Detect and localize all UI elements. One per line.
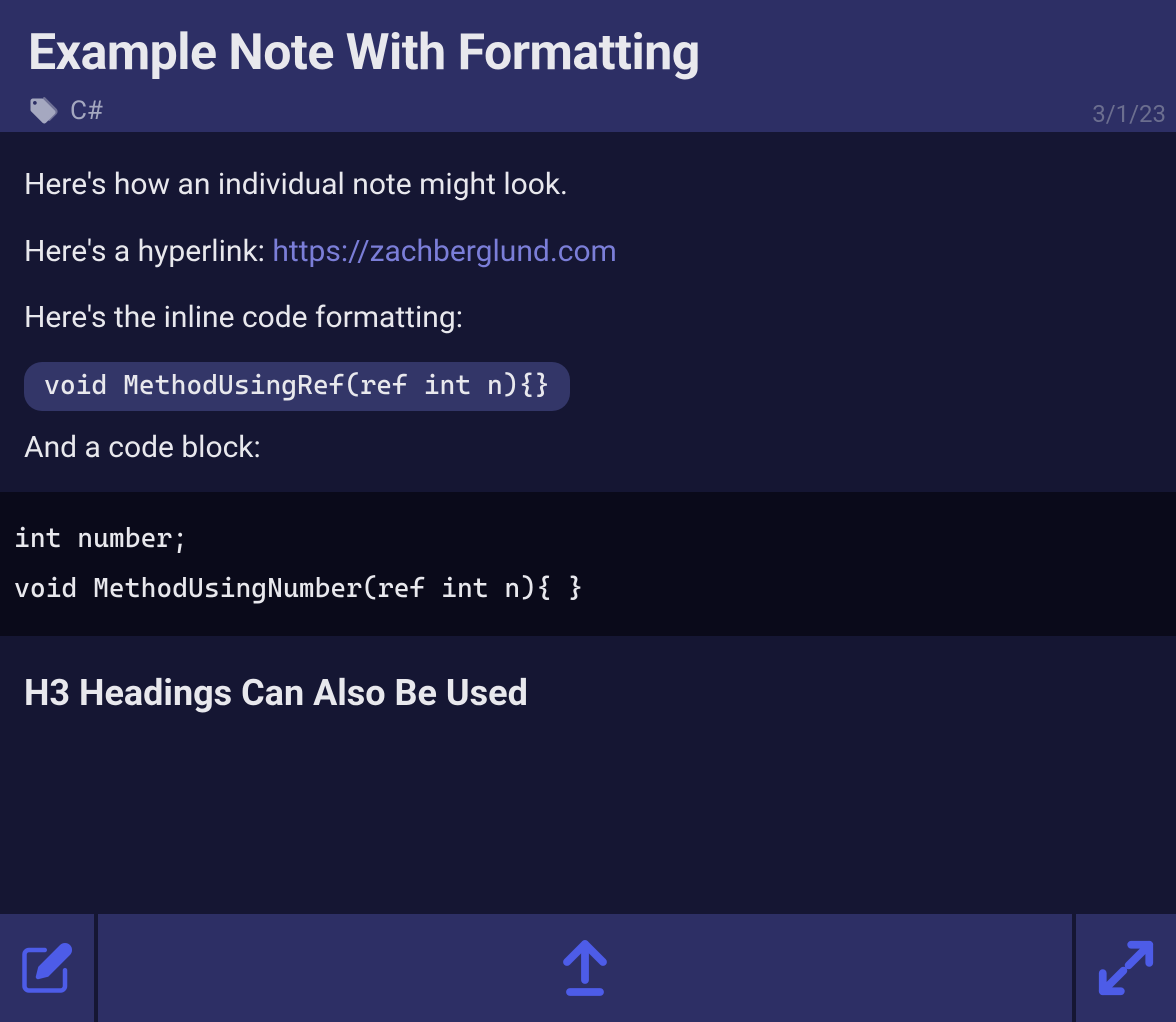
- upload-button[interactable]: [98, 914, 1072, 1022]
- heading-3: H3 Headings Can Also Be Used: [24, 666, 1152, 722]
- note-title: Example Note With Formatting: [28, 24, 1148, 82]
- hyperlink[interactable]: https://zachberglund.com: [272, 234, 617, 269]
- paragraph: Here's the inline code formatting:: [24, 295, 1152, 342]
- edit-icon: [20, 941, 74, 995]
- note-content: Here's how an individual note might look…: [0, 132, 1176, 914]
- edit-button[interactable]: [0, 914, 94, 1022]
- note-header: Example Note With Formatting C# 3/1/23: [0, 0, 1176, 132]
- tag-label: C#: [70, 96, 103, 126]
- code-block: int number; void MethodUsingNumber(ref i…: [0, 492, 1176, 636]
- paragraph: And a code block:: [24, 425, 1152, 472]
- tags-row: C#: [28, 96, 1148, 126]
- tag-icon: [28, 96, 58, 126]
- note-date: 3/1/23: [1092, 100, 1166, 128]
- inline-code: void MethodUsingRef(ref int n){}: [24, 362, 570, 412]
- text: Here's a hyperlink:: [24, 234, 272, 269]
- paragraph: Here's how an individual note might look…: [24, 162, 1152, 209]
- expand-button[interactable]: [1076, 914, 1176, 1022]
- upload-icon: [549, 932, 621, 1004]
- paragraph: Here's a hyperlink: https://zachberglund…: [24, 229, 1152, 276]
- bottom-toolbar: [0, 914, 1176, 1022]
- expand-icon: [1095, 937, 1157, 999]
